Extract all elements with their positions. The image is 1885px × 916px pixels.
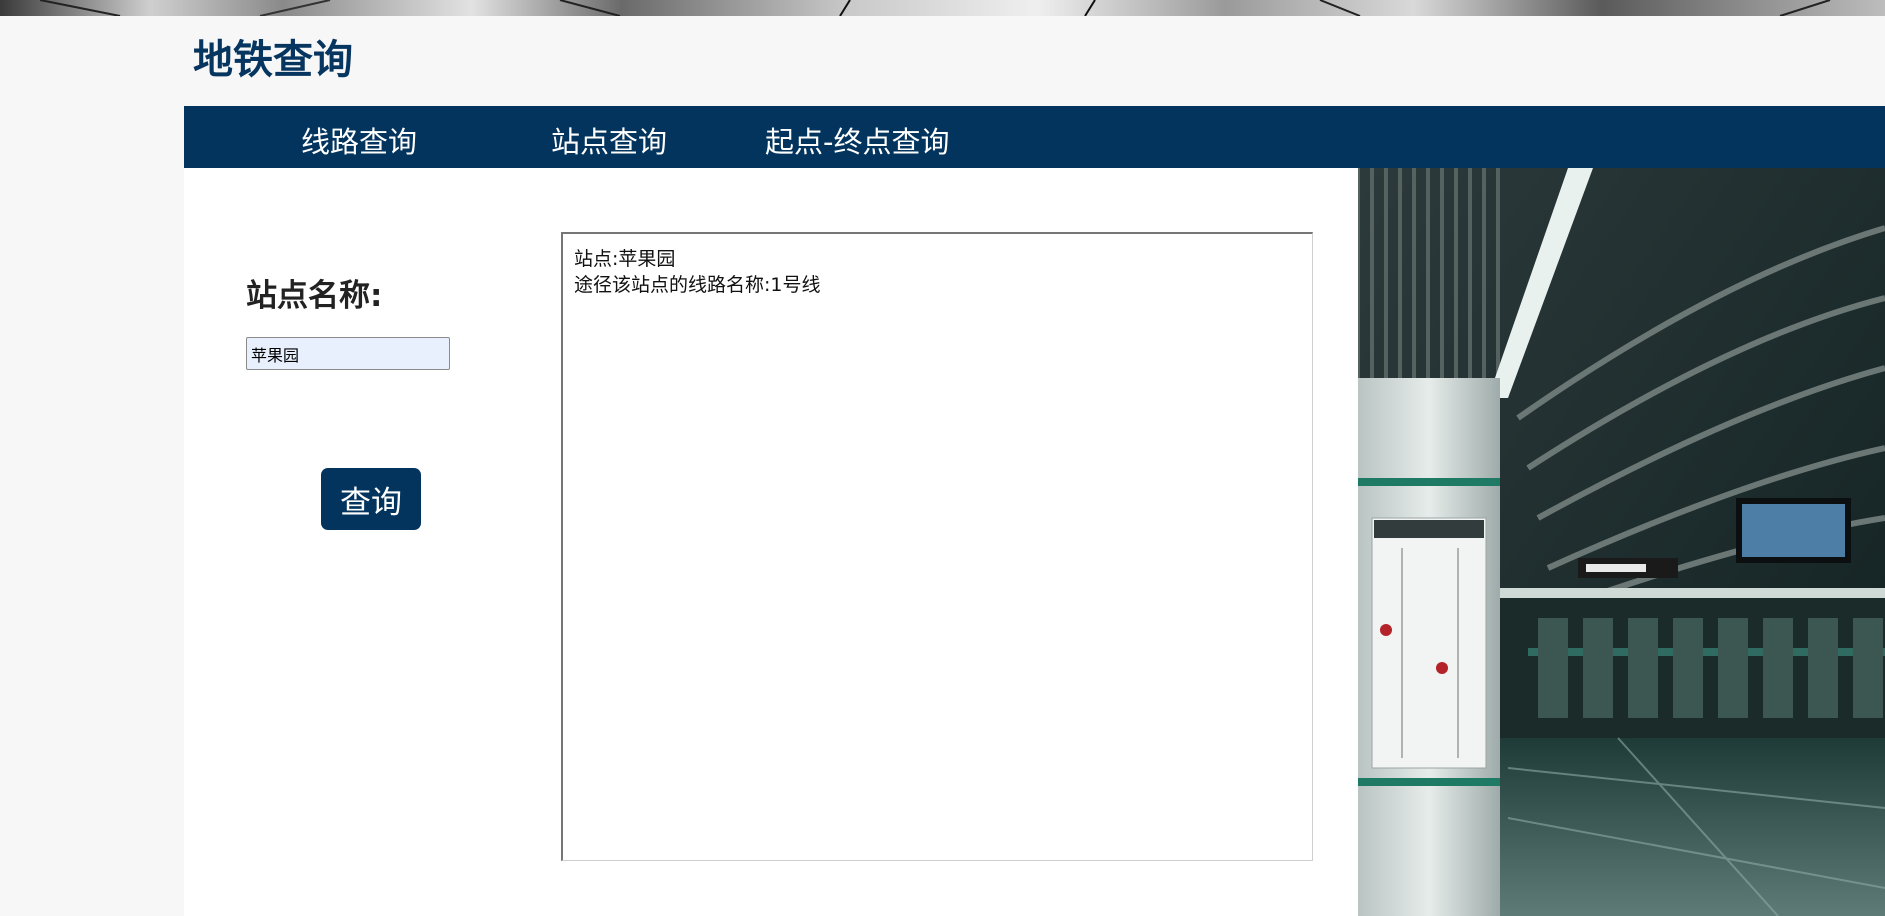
- page-title: 地铁查询: [193, 37, 353, 83]
- query-button[interactable]: 查询: [321, 468, 421, 530]
- nav-route-query[interactable]: 起点-终点查询: [765, 124, 949, 160]
- result-station-line: 站点:苹果园: [574, 248, 676, 270]
- banner-pattern: [39, 0, 1831, 16]
- nav-line-query[interactable]: 线路查询: [301, 124, 417, 160]
- station-name-input[interactable]: [246, 337, 450, 370]
- result-textarea[interactable]: 站点:苹果园 途径该站点的线路名称:1号线: [561, 232, 1313, 861]
- station-name-label: 站点名称:: [246, 278, 383, 314]
- station-query-panel: 站点名称: 查询 站点:苹果园 途径该站点的线路名称:1号线: [184, 168, 1359, 916]
- header-banner-image: [0, 0, 1885, 16]
- platform-illustration: [1358, 168, 1885, 916]
- result-lines-line: 途径该站点的线路名称:1号线: [574, 274, 821, 296]
- nav-station-query[interactable]: 站点查询: [551, 124, 667, 160]
- subway-platform-image: [1358, 168, 1885, 916]
- main-nav: 线路查询 站点查询 起点-终点查询: [184, 106, 1885, 168]
